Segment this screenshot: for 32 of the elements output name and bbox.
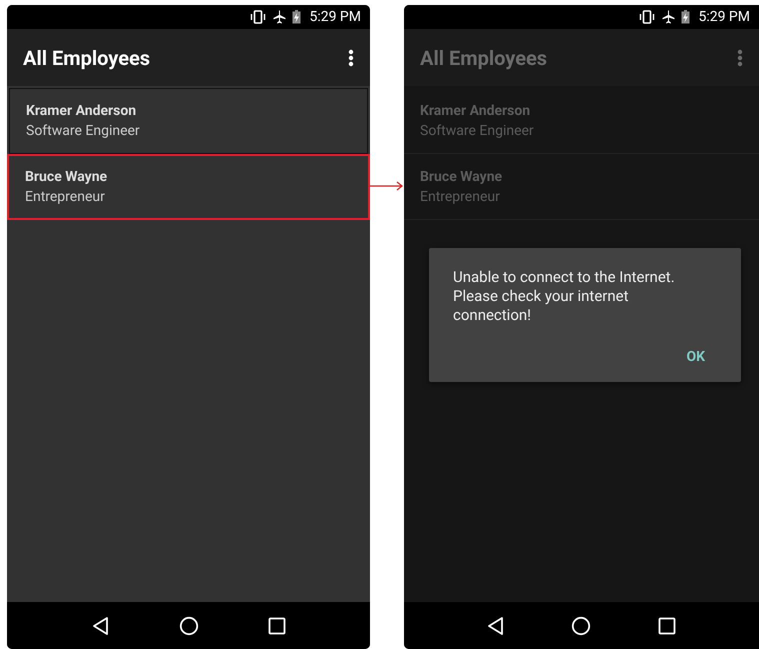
employee-list-item[interactable]: Bruce Wayne Entrepreneur — [7, 154, 370, 220]
home-icon[interactable] — [571, 616, 592, 636]
airplane-icon — [661, 10, 676, 24]
employee-role: Software Engineer — [26, 123, 141, 139]
screen-title: All Employees — [23, 46, 150, 70]
battery-icon — [292, 10, 302, 24]
employee-name: Bruce Wayne — [25, 169, 108, 185]
employee-role: Entrepreneur — [420, 188, 501, 204]
overflow-menu-icon[interactable] — [348, 48, 354, 66]
status-time: 5:29 PM — [698, 9, 750, 25]
employee-list-item[interactable]: Kramer Anderson Software Engineer — [9, 88, 368, 154]
arrow-icon — [370, 181, 404, 191]
status-time: 5:29 PM — [309, 9, 361, 25]
dialog-message: Unable to connect to the Internet. Please check your internet connection! — [453, 268, 676, 325]
recents-icon[interactable] — [268, 616, 286, 634]
employee-name: Kramer Anderson — [26, 103, 138, 119]
back-icon[interactable] — [92, 616, 110, 636]
vibrate-icon — [639, 10, 656, 24]
battery-icon — [681, 10, 690, 24]
recents-icon[interactable] — [658, 616, 676, 634]
employee-name: Bruce Wayne — [420, 168, 504, 184]
vibrate-icon — [250, 10, 266, 24]
employee-role: Software Engineer — [420, 122, 535, 138]
employee-role: Entrepreneur — [25, 189, 106, 205]
employee-list-item[interactable]: Kramer Anderson Software Engineer — [404, 88, 759, 154]
home-icon[interactable] — [178, 616, 198, 636]
employee-name: Kramer Anderson — [420, 102, 532, 118]
back-icon[interactable] — [487, 616, 506, 636]
employee-list-item[interactable]: Bruce Wayne Entrepreneur — [404, 154, 759, 220]
screen-title: All Employees — [420, 46, 548, 70]
airplane-icon — [272, 10, 286, 24]
ok-button[interactable]: OK — [674, 345, 717, 369]
